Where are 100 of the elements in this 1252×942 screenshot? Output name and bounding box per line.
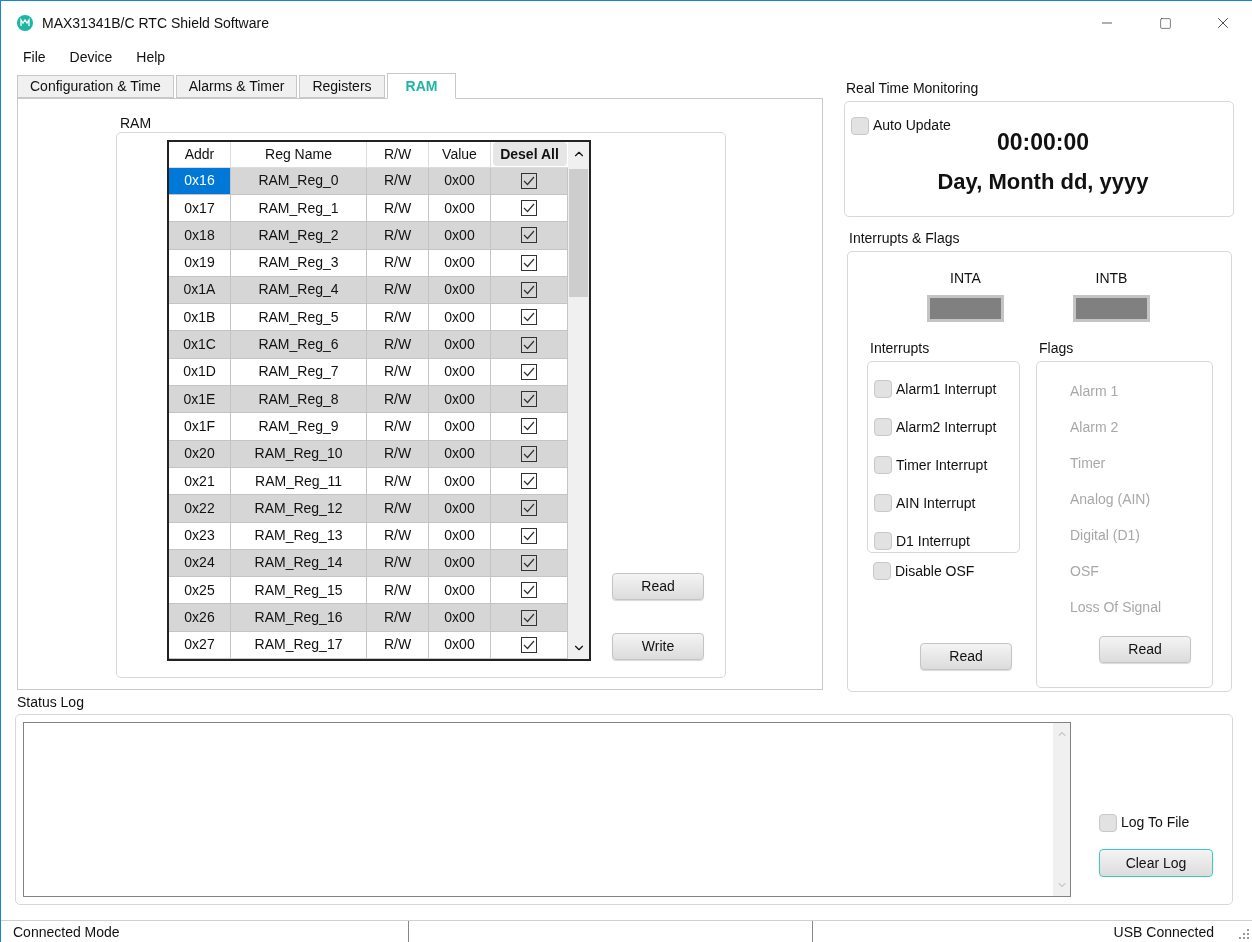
table-cell: 0x00 bbox=[429, 495, 491, 523]
checkbox[interactable] bbox=[521, 418, 537, 435]
checkbox[interactable] bbox=[521, 172, 537, 189]
read-button[interactable]: Read bbox=[1099, 635, 1191, 663]
clear-log-button[interactable]: Clear Log bbox=[1099, 849, 1213, 877]
table-cell: R/W bbox=[367, 386, 429, 414]
table-cell: RAM_Reg_12 bbox=[231, 495, 367, 523]
read-button[interactable]: Read bbox=[612, 573, 704, 600]
table-cell: RAM_Reg_6 bbox=[231, 331, 367, 359]
column-header: Value bbox=[429, 142, 491, 168]
flag-label: Alarm 1 bbox=[1070, 381, 1120, 401]
table-cell[interactable]: 0x1B bbox=[169, 304, 231, 332]
table-cell: RAM_Reg_16 bbox=[231, 604, 367, 632]
table-cell: R/W bbox=[367, 194, 429, 223]
menu-item[interactable]: Help bbox=[132, 46, 170, 68]
disable-osf-checkbox[interactable]: Disable OSF bbox=[873, 560, 1020, 582]
table-cell: RAM_Reg_8 bbox=[231, 386, 367, 414]
tab[interactable]: Alarms & Timer bbox=[175, 75, 298, 98]
table-cell[interactable]: 0x18 bbox=[169, 222, 231, 250]
checkbox[interactable] bbox=[521, 363, 537, 380]
table-cell: R/W bbox=[367, 276, 429, 305]
table-cell[interactable]: 0x1E bbox=[169, 386, 231, 414]
table-cell[interactable]: 0x1D bbox=[169, 358, 231, 387]
table-cell[interactable]: 0x27 bbox=[169, 631, 231, 659]
table-cell: 0x00 bbox=[429, 522, 491, 550]
window-title: MAX31341B/C RTC Shield Software bbox=[42, 13, 269, 33]
table-cell: R/W bbox=[367, 549, 429, 578]
indicator-label: INTB bbox=[1095, 268, 1128, 288]
table-cell[interactable]: 0x1C bbox=[169, 331, 231, 359]
table-cell[interactable]: 0x21 bbox=[169, 467, 231, 496]
checkbox[interactable] bbox=[521, 445, 537, 462]
table-cell[interactable]: 0x23 bbox=[169, 522, 231, 550]
table-cell: RAM_Reg_5 bbox=[231, 304, 367, 332]
column-header: R/W bbox=[367, 142, 429, 168]
checkbox[interactable] bbox=[521, 636, 537, 653]
table-cell: 0x00 bbox=[429, 249, 491, 277]
checkbox[interactable] bbox=[521, 473, 537, 490]
checkbox[interactable] bbox=[521, 554, 537, 571]
auto-update-checkbox[interactable]: Auto Update bbox=[851, 115, 951, 136]
group-label: Flags bbox=[1038, 339, 1075, 357]
tab[interactable]: Registers bbox=[299, 75, 385, 98]
scrollbar[interactable] bbox=[568, 142, 589, 659]
checkbox[interactable] bbox=[521, 500, 537, 517]
table-cell: RAM_Reg_3 bbox=[231, 249, 367, 277]
table-cell: 0x00 bbox=[429, 222, 491, 250]
table-cell[interactable]: 0x25 bbox=[169, 577, 231, 605]
resize-grip-icon[interactable] bbox=[1239, 929, 1249, 939]
flag-label: OSF bbox=[1070, 561, 1100, 581]
table-cell[interactable]: 0x22 bbox=[169, 495, 231, 523]
checkbox[interactable] bbox=[521, 391, 537, 408]
table-cell: RAM_Reg_0 bbox=[231, 167, 367, 195]
indicator-label: INTA bbox=[950, 268, 981, 288]
interrupt-checkbox[interactable]: AIN Interrupt bbox=[874, 492, 1019, 514]
checkbox[interactable] bbox=[521, 309, 537, 326]
table-cell[interactable]: 0x1A bbox=[169, 276, 231, 305]
checkbox[interactable] bbox=[521, 527, 537, 544]
table-cell[interactable]: 0x26 bbox=[169, 604, 231, 632]
checkbox[interactable] bbox=[521, 227, 537, 244]
flag-label: Digital (D1) bbox=[1070, 525, 1141, 545]
interrupt-checkbox[interactable]: Timer Interrupt bbox=[874, 454, 1019, 476]
group-label: Interrupts & Flags bbox=[848, 229, 961, 247]
table-cell: 0x00 bbox=[429, 386, 491, 414]
interrupt-checkbox[interactable]: Alarm1 Interrupt bbox=[874, 378, 1019, 400]
table-cell: RAM_Reg_4 bbox=[231, 276, 367, 305]
app-logo-icon bbox=[17, 15, 33, 31]
scrollbar-thumb[interactable] bbox=[569, 169, 588, 297]
table-cell: RAM_Reg_17 bbox=[231, 631, 367, 659]
log-to-file-checkbox[interactable]: Log To File bbox=[1099, 812, 1213, 833]
menu-item[interactable]: Device bbox=[65, 46, 117, 68]
table-cell: RAM_Reg_15 bbox=[231, 577, 367, 605]
checkbox[interactable] bbox=[521, 200, 537, 217]
checkbox[interactable] bbox=[521, 336, 537, 353]
table-cell[interactable]: 0x24 bbox=[169, 549, 231, 578]
read-button[interactable]: Read bbox=[920, 642, 1012, 670]
table-cell: R/W bbox=[367, 413, 429, 441]
checkbox[interactable] bbox=[521, 282, 537, 298]
scrollbar[interactable] bbox=[1053, 723, 1070, 896]
table-cell[interactable]: 0x19 bbox=[169, 249, 231, 277]
group-label: Interrupts bbox=[869, 339, 931, 357]
menu-item[interactable]: File bbox=[19, 46, 50, 68]
table-cell: RAM_Reg_9 bbox=[231, 413, 367, 441]
table-cell: RAM_Reg_1 bbox=[231, 194, 367, 223]
interrupt-checkbox[interactable]: Alarm2 Interrupt bbox=[874, 416, 1019, 438]
table-cell: R/W bbox=[367, 358, 429, 387]
table-cell[interactable]: 0x20 bbox=[169, 440, 231, 468]
checkbox[interactable] bbox=[521, 254, 537, 271]
table-cell: 0x00 bbox=[429, 413, 491, 441]
table-cell: R/W bbox=[367, 577, 429, 605]
checkbox[interactable] bbox=[521, 582, 537, 599]
tab[interactable]: Configuration & Time bbox=[17, 75, 174, 98]
desel-all-button[interactable]: Desel All bbox=[492, 142, 567, 167]
read-button[interactable]: Write bbox=[612, 633, 704, 660]
checkbox[interactable] bbox=[521, 609, 537, 626]
table-cell[interactable]: 0x17 bbox=[169, 194, 231, 223]
table-cell[interactable]: 0x1F bbox=[169, 413, 231, 441]
table-cell: 0x00 bbox=[429, 304, 491, 332]
table-cell[interactable]: 0x16 bbox=[169, 167, 231, 195]
table-cell: 0x00 bbox=[429, 467, 491, 496]
interrupt-checkbox[interactable]: D1 Interrupt bbox=[874, 530, 1019, 552]
table-cell: R/W bbox=[367, 331, 429, 359]
